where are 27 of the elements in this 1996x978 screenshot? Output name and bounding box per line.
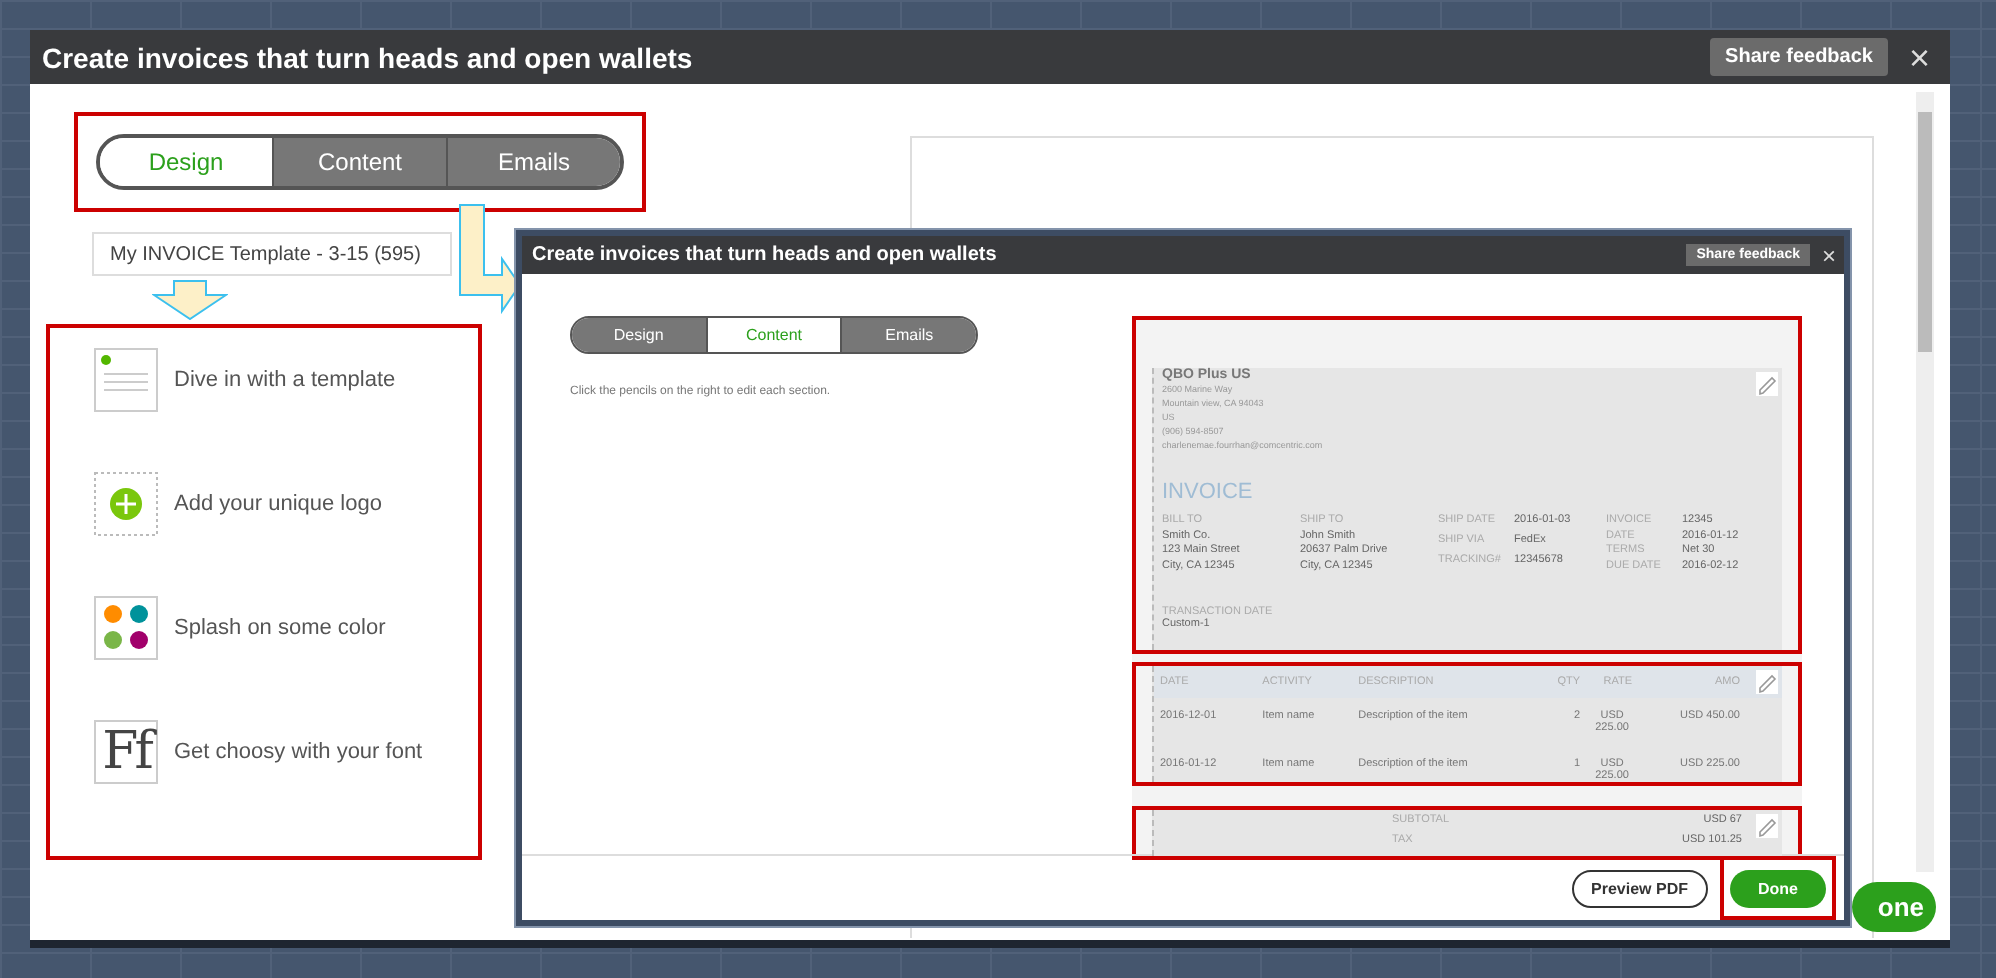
pencil-icon[interactable] bbox=[1756, 670, 1778, 694]
done-button[interactable]: Done bbox=[1730, 870, 1826, 908]
pencil-icon[interactable] bbox=[1756, 372, 1778, 396]
scrollbar[interactable] bbox=[1916, 92, 1934, 872]
tab[interactable]: Design bbox=[572, 318, 706, 352]
share-feedback-button[interactable]: Share feedback bbox=[1709, 38, 1889, 76]
close-button[interactable]: × bbox=[1821, 243, 1836, 267]
template-name-field[interactable]: My INVOICE Template - 3-15 (595) bbox=[92, 232, 452, 276]
window-title: Create invoices that turn heads and open wallets bbox=[532, 244, 999, 266]
done-button[interactable]: one bbox=[1852, 882, 1936, 932]
close-button[interactable]: × bbox=[1908, 39, 1930, 75]
pencil-icon[interactable] bbox=[1756, 814, 1778, 838]
template-icon bbox=[94, 348, 158, 412]
tab[interactable]: Content bbox=[272, 138, 446, 186]
preview-pdf-button[interactable]: Preview PDF bbox=[1571, 869, 1708, 907]
tab[interactable]: Emails bbox=[840, 318, 976, 352]
invoice-heading: INVOICE bbox=[1162, 480, 1255, 504]
feature-label: Splash on some color bbox=[174, 616, 386, 640]
window-title: Create invoices that turn heads and open wallets bbox=[42, 41, 695, 73]
feature-label: Get choosy with your font bbox=[174, 740, 423, 764]
add-logo-icon bbox=[94, 472, 158, 536]
color-dots-icon bbox=[94, 596, 158, 660]
font-icon: Ff bbox=[94, 720, 158, 784]
tab[interactable]: Emails bbox=[446, 138, 620, 186]
down-arrow bbox=[152, 280, 228, 320]
feature-label: Dive in with a template bbox=[174, 368, 396, 392]
feature-label: Add your unique logo bbox=[174, 492, 382, 516]
